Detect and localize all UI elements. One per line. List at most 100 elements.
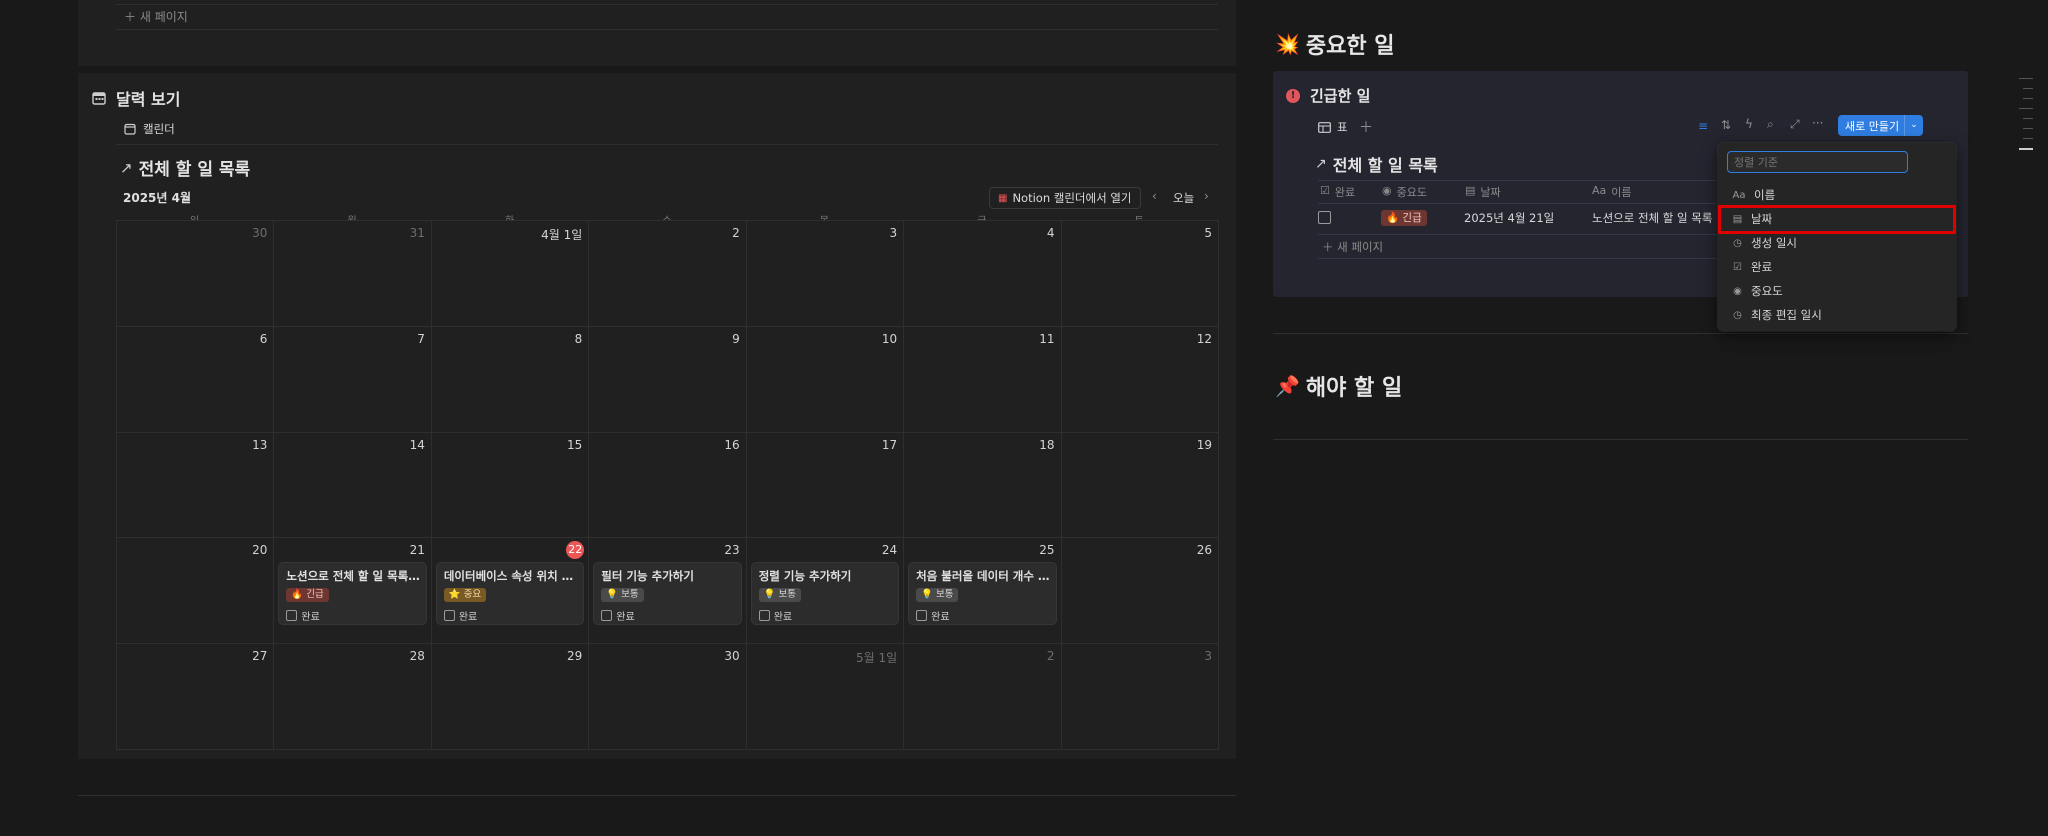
calendar-day-cell[interactable]: 3 bbox=[746, 221, 905, 327]
calendar-day-cell[interactable]: 10 bbox=[746, 326, 905, 433]
day-number: 2 bbox=[1046, 649, 1055, 664]
event-done-checkbox[interactable]: 완료 bbox=[601, 608, 635, 624]
table-row[interactable]: 🔥 긴급 2025년 4월 21일 노션으로 전체 할 일 목록 만 bbox=[1318, 204, 1727, 234]
column-header-importance[interactable]: ◉ 중요도 bbox=[1382, 184, 1427, 200]
calendar-day-cell[interactable]: 5 bbox=[1061, 221, 1219, 327]
top-new-page-button[interactable]: ＋ 새 페이지 bbox=[124, 8, 188, 25]
sort-option-last-edited[interactable]: ◷ 최종 편집 일시 bbox=[1732, 307, 1822, 323]
event-card[interactable]: 정렬 기능 추가하기 💡 보통 완료 bbox=[751, 563, 899, 625]
calendar-day-cell[interactable]: 7 bbox=[274, 326, 432, 433]
calendar-day-cell[interactable]: 4월 1일 bbox=[431, 221, 590, 327]
search-icon[interactable]: ⌕ bbox=[1767, 117, 1774, 132]
automation-icon[interactable]: ϟ bbox=[1745, 117, 1753, 131]
calendar-day-cell[interactable]: 3 bbox=[1061, 644, 1219, 750]
date-prop-icon: ▤ bbox=[1465, 184, 1476, 197]
calendar-day-cell[interactable]: 14 bbox=[274, 432, 432, 539]
day-number: 21 bbox=[409, 543, 425, 558]
day-number: 25 bbox=[1039, 543, 1055, 558]
outline-mark bbox=[2019, 108, 2033, 109]
calendar-day-cell[interactable]: 5월 1일 bbox=[746, 644, 905, 750]
calendar-day-cell[interactable]: 30 bbox=[589, 644, 747, 750]
expand-icon[interactable]: ⤢ bbox=[1790, 117, 1800, 132]
calendar-section-header[interactable]: 달력 보기 bbox=[92, 86, 180, 110]
calendar-day-cell[interactable]: 19 bbox=[1061, 432, 1219, 539]
explosion-icon: 💥 bbox=[1275, 32, 1300, 56]
calendar-day-cell[interactable]: 4 bbox=[904, 221, 1062, 327]
urgent-new-page-button[interactable]: ＋ 새 페이지 bbox=[1322, 239, 1383, 255]
event-done-checkbox[interactable]: 완료 bbox=[916, 608, 950, 623]
sort-option-created-time[interactable]: ◷ 생성 일시 bbox=[1732, 235, 1797, 251]
open-in-notion-calendar-button[interactable]: ▦ Notion 캘린더에서 열기 bbox=[989, 187, 1141, 209]
sort-option-importance[interactable]: ◉ 중요도 bbox=[1732, 283, 1783, 299]
calendar-day-cell[interactable]: 12 bbox=[1061, 326, 1219, 433]
calendar-day-cell[interactable]: 29 bbox=[431, 644, 590, 750]
calendar-day-cell[interactable]: 21 노션으로 전체 할 일 목록 만... 🔥 긴급완료 bbox=[274, 538, 432, 645]
column-header-name[interactable]: Aa 이름 bbox=[1592, 184, 1632, 200]
checkbox-label: 완료 bbox=[458, 612, 478, 624]
calendar-day-cell[interactable]: 2 bbox=[904, 644, 1062, 750]
urgent-title[interactable]: ! 긴급한 일 bbox=[1286, 85, 1370, 106]
calendar-day-cell[interactable]: 13 bbox=[117, 432, 275, 539]
table-icon bbox=[1318, 121, 1331, 133]
day-number: 9 bbox=[732, 331, 740, 346]
todo-heading: 📌 해야 할 일 bbox=[1275, 374, 1403, 401]
plus-icon: ＋ bbox=[124, 10, 137, 24]
filter-icon[interactable]: ≡ bbox=[1698, 119, 1708, 133]
divider bbox=[116, 29, 1218, 30]
sort-icon[interactable]: ⇅ bbox=[1721, 118, 1731, 132]
calendar-day-cell[interactable]: 17 bbox=[746, 432, 905, 539]
urgent-db-title[interactable]: ↗ 전체 할 일 목록 bbox=[1315, 152, 1438, 176]
event-done-checkbox[interactable]: 완료 bbox=[443, 608, 478, 624]
calendar-day-cell[interactable]: 15 bbox=[431, 432, 590, 539]
event-card[interactable]: 데이터베이스 속성 위치 변... ⭐ 중요 완료 bbox=[436, 563, 584, 625]
event-priority-tag: ⭐ 중요 bbox=[443, 588, 487, 603]
tab-calendar[interactable]: 캘린더 bbox=[124, 121, 175, 137]
important-heading: 💥 중요한 일 bbox=[1275, 32, 1395, 59]
calendar-day-cell[interactable]: 26 bbox=[1061, 538, 1219, 645]
event-card[interactable]: 필터 기능 추가하기 💡 보통 완료 bbox=[594, 563, 741, 625]
calendar-day-cell[interactable]: 31 bbox=[274, 221, 432, 327]
row-urgency-tag: 🔥 긴급 bbox=[1381, 210, 1427, 226]
sort-option-name[interactable]: Aa 이름 bbox=[1732, 187, 1776, 203]
calendar-day-cell[interactable]: 2 bbox=[589, 221, 747, 327]
chevron-down-icon[interactable]: ⌄ bbox=[1904, 115, 1923, 136]
row-checkbox[interactable] bbox=[1318, 211, 1331, 224]
calendar-day-cell[interactable]: 11 bbox=[904, 326, 1062, 433]
checkbox-label: 완료 bbox=[616, 612, 635, 624]
event-card[interactable]: 처음 불러올 데이터 개수 지... 💡 보통 완료 bbox=[909, 563, 1056, 625]
calendar-day-cell[interactable]: 8 bbox=[431, 326, 590, 433]
day-number: 14 bbox=[409, 437, 425, 452]
calendar-day-cell[interactable]: 6 bbox=[117, 326, 275, 433]
calendar-day-cell[interactable]: 22 데이터베이스 속성 위치 변... ⭐ 중요 완료 bbox=[431, 538, 590, 645]
calendar-day-cell[interactable]: 27 bbox=[117, 644, 275, 750]
calendar-day-cell[interactable]: 20 bbox=[117, 538, 275, 645]
next-month-button[interactable]: › bbox=[1204, 189, 1209, 203]
calendar-day-cell[interactable]: 28 bbox=[274, 644, 432, 750]
calendar-day-cell[interactable]: 24 정렬 기능 추가하기 💡 보통 완료 bbox=[746, 538, 905, 645]
day-number: 5월 1일 bbox=[855, 651, 898, 666]
calendar-db-title[interactable]: ↗ 전체 할 일 목록 bbox=[120, 155, 250, 181]
more-icon[interactable]: ··· bbox=[1812, 116, 1823, 130]
event-done-checkbox[interactable]: 완료 bbox=[758, 608, 792, 623]
tab-table[interactable]: 표 bbox=[1318, 119, 1348, 135]
event-card[interactable]: 노션으로 전체 할 일 목록 만... 🔥 긴급완료 bbox=[279, 563, 426, 625]
sort-menu: Aa이름 ▤날짜 ◷생성 일시 ☑완료 ◉중요도 ◷최종 편집 일시 bbox=[1718, 143, 1956, 331]
checkbox-square bbox=[286, 610, 298, 622]
clock-icon: ◷ bbox=[1733, 237, 1742, 249]
calendar-day-cell[interactable]: 9 bbox=[589, 326, 747, 433]
calendar-day-cell[interactable]: 30 bbox=[117, 221, 275, 327]
prev-month-button[interactable]: ‹ bbox=[1152, 189, 1157, 203]
calendar-day-cell[interactable]: 23 필터 기능 추가하기 💡 보통 완료 bbox=[589, 538, 747, 645]
calendar-day-cell[interactable]: 25 처음 불러올 데이터 개수 지... 💡 보통 완료 bbox=[904, 538, 1062, 645]
calendar-day-cell[interactable]: 16 bbox=[589, 432, 747, 539]
new-button[interactable]: 새로 만들기 ⌄ bbox=[1838, 115, 1923, 136]
today-button[interactable]: 오늘 bbox=[1173, 190, 1194, 206]
column-header-done[interactable]: ☑ 완료 bbox=[1320, 184, 1355, 200]
add-view-button[interactable]: ＋ bbox=[1359, 117, 1373, 137]
event-done-checkbox[interactable]: 완료 bbox=[286, 608, 320, 623]
calendar-day-cell[interactable]: 18 bbox=[904, 432, 1062, 539]
sort-option-done[interactable]: ☑ 완료 bbox=[1732, 259, 1772, 275]
divider bbox=[1318, 180, 1718, 181]
column-header-date[interactable]: ▤ 날짜 bbox=[1465, 184, 1501, 200]
sort-search-input[interactable] bbox=[1727, 151, 1908, 173]
